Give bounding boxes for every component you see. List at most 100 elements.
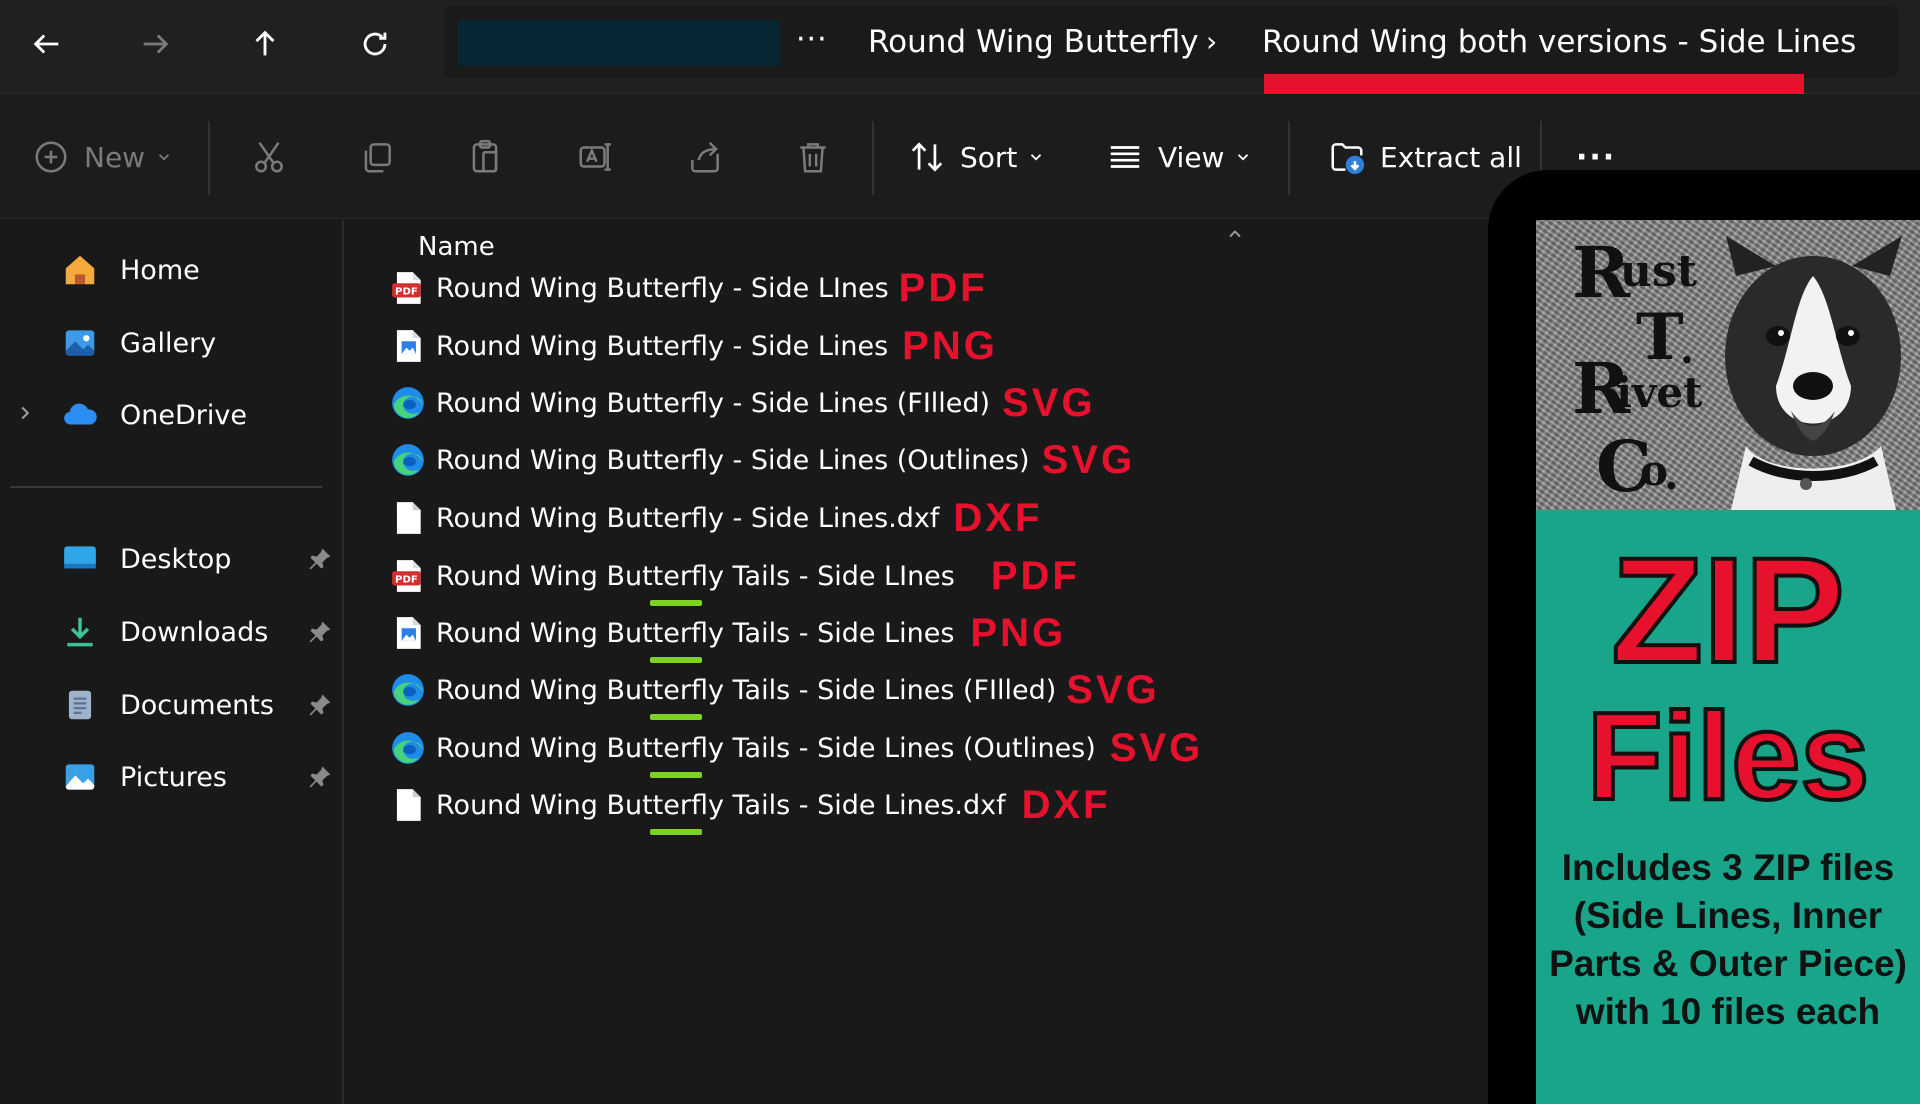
file-row[interactable]: PDF Round Wing Butterfly - Side LInes PDF <box>388 260 988 316</box>
scissors-icon <box>255 142 283 173</box>
file-name: Round Wing Butterfly - Side Lines.dxf <box>436 502 940 534</box>
pdf-icon: PDF <box>388 268 428 308</box>
highlight-underline <box>1264 74 1804 94</box>
file-row[interactable]: Round Wing Butterfly - Side Lines.dxf DXF <box>388 490 1042 546</box>
share-button[interactable] <box>686 131 724 183</box>
file-row[interactable]: Round Wing Butterfly - Side Lines (Outli… <box>388 432 1135 488</box>
logo-letter: T <box>1636 300 1684 375</box>
sidebar-item-pictures[interactable]: Pictures <box>60 752 227 802</box>
dog-illustration <box>1725 236 1902 510</box>
breadcrumb-separator[interactable]: › <box>1206 22 1217 62</box>
rust-t-rivet-logo: R ust T . R ivet C o . <box>1536 220 1920 510</box>
pin-icon[interactable] <box>306 763 334 791</box>
forward-button[interactable] <box>128 17 182 71</box>
file-row[interactable]: PDF Round Wing Butterfly Tails - Side LIn… <box>388 548 1080 604</box>
clipboard-icon <box>472 139 498 173</box>
breadcrumb-overflow-button[interactable]: ··· <box>796 20 828 60</box>
file-name: Round Wing Butterfly - Side Lines <box>436 330 889 362</box>
file-name: Round Wing Butterfly Tails - Side Lines … <box>436 732 1096 764</box>
sidebar-item-label: Desktop <box>120 543 232 575</box>
sidebar-item-home[interactable]: Home <box>60 245 200 295</box>
sidebar-item-label: Gallery <box>120 327 217 359</box>
sidebar-item-label: Pictures <box>120 761 227 793</box>
rename-button[interactable] <box>576 131 614 183</box>
edge-icon <box>388 670 428 710</box>
file-type-tag: PDF <box>898 265 988 310</box>
file-type-tag: SVG <box>1002 380 1096 425</box>
pin-icon[interactable] <box>306 618 334 646</box>
sort-icon <box>911 142 943 172</box>
file-type-tag: PNG <box>902 323 998 368</box>
sidebar-item-gallery[interactable]: Gallery <box>60 318 216 368</box>
file-type-tag: DXF <box>1021 782 1111 827</box>
file-name: Round Wing Butterfly Tails - Side LInes <box>436 560 955 592</box>
promo-panel: ZIP Files Includes 3 ZIP files (Side Lin… <box>1536 510 1920 1104</box>
file-row[interactable]: Round Wing Butterfly - Side Lines (FIlle… <box>388 375 1096 431</box>
tails-underline-mark <box>650 829 702 835</box>
pin-icon[interactable] <box>306 545 334 573</box>
svg-text:PDF: PDF <box>395 287 418 298</box>
file-row[interactable]: Round Wing Butterfly Tails - Side Lines P… <box>388 605 1066 661</box>
address-box[interactable]: ··· Round Wing Butterfly › Round Wing bo… <box>444 6 1898 94</box>
file-row[interactable]: Round Wing Butterfly Tails - Side Lines.… <box>388 777 1111 833</box>
view-button[interactable]: View <box>1106 131 1252 183</box>
toolbar-divider <box>1288 121 1290 195</box>
new-button[interactable]: New <box>32 131 173 183</box>
back-button[interactable] <box>20 17 74 71</box>
file-row[interactable]: Round Wing Butterfly Tails - Side Lines … <box>388 720 1203 776</box>
blank-file-icon <box>388 785 428 825</box>
copy-icon <box>364 143 391 173</box>
cut-button[interactable] <box>250 131 288 183</box>
promo-description: Includes 3 ZIP files (Side Lines, Inner … <box>1549 847 1907 1032</box>
file-row[interactable]: Round Wing Butterfly - Side Lines PNG <box>388 318 998 374</box>
chevron-down-icon <box>158 154 170 161</box>
sidebar-item-label: Documents <box>120 689 274 721</box>
gallery-icon <box>60 323 100 363</box>
pin-icon[interactable] <box>306 691 334 719</box>
chevron-right-icon[interactable] <box>14 400 36 426</box>
file-type-tag: DXF <box>953 495 1043 540</box>
extract-all-label: Extract all <box>1380 140 1522 174</box>
breadcrumb-item-parent[interactable]: Round Wing Butterfly <box>868 22 1199 62</box>
rename-icon <box>579 143 611 171</box>
sidebar-item-documents[interactable]: Documents <box>60 680 274 730</box>
file-row[interactable]: Round Wing Butterfly Tails - Side Lines … <box>388 662 1160 718</box>
sidebar-item-label: Home <box>120 254 200 286</box>
sort-ascending-icon <box>1229 230 1241 238</box>
sort-label: Sort <box>960 140 1018 174</box>
edge-icon <box>388 728 428 768</box>
file-type-tag: PDF <box>990 553 1080 598</box>
blank-file-icon <box>388 498 428 538</box>
logo-letter: . <box>1664 450 1679 499</box>
file-type-tag: PNG <box>970 610 1067 655</box>
column-header-name[interactable]: Name <box>418 232 495 262</box>
refresh-icon <box>363 32 387 56</box>
new-label: New <box>84 140 146 174</box>
arrow-up-icon <box>255 30 275 56</box>
edge-icon <box>388 383 428 423</box>
logo-letter: . <box>1680 326 1694 373</box>
paste-button[interactable] <box>466 131 504 183</box>
share-icon <box>691 141 719 173</box>
address-bar-region: ··· Round Wing Butterfly › Round Wing bo… <box>0 0 1920 94</box>
breadcrumb-item-current[interactable]: Round Wing both versions - Side Lines <box>1262 22 1856 62</box>
extract-all-button[interactable]: Extract all <box>1328 131 1522 183</box>
file-type-tag: SVG <box>1109 725 1204 770</box>
file-name: Round Wing Butterfly Tails - Side Lines <box>436 617 955 649</box>
pdf-icon: PDF <box>388 556 428 596</box>
up-button[interactable] <box>238 17 292 71</box>
copy-button[interactable] <box>358 131 396 183</box>
sidebar-item-downloads[interactable]: Downloads <box>60 607 268 657</box>
trash-icon <box>800 143 826 173</box>
delete-button[interactable] <box>794 131 832 183</box>
chevron-down-icon <box>1031 154 1042 161</box>
sidebar-item-desktop[interactable]: Desktop <box>60 534 231 584</box>
redacted-path <box>458 20 780 66</box>
sidebar-item-onedrive[interactable]: OneDrive <box>60 390 247 440</box>
chevron-down-icon <box>1238 154 1249 161</box>
plus-circle-icon <box>35 141 67 173</box>
desktop-icon <box>60 539 100 579</box>
refresh-button[interactable] <box>348 17 402 71</box>
sort-button[interactable]: Sort <box>908 131 1045 183</box>
extract-folder-icon <box>1331 143 1365 175</box>
